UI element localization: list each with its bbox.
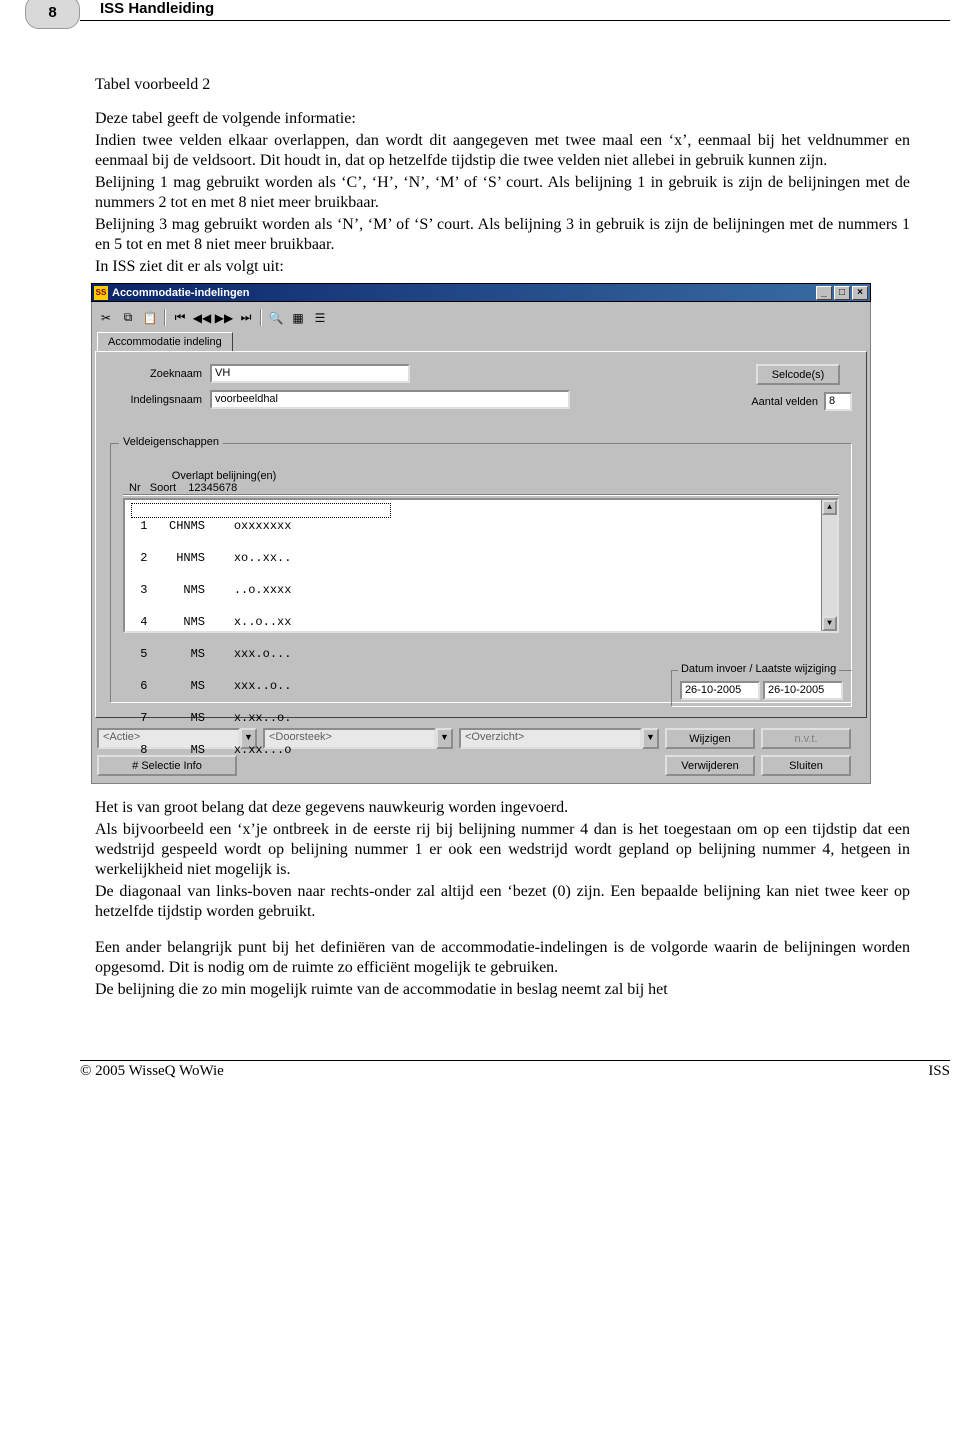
grid-header-1: Overlapt belijning(en) bbox=[129, 470, 839, 482]
label-aantal-velden: Aantal velden bbox=[751, 396, 818, 408]
group-legend: Veldeigenschappen bbox=[119, 436, 223, 448]
close-button[interactable]: × bbox=[852, 286, 868, 300]
paragraph: Indien twee velden elkaar overlappen, da… bbox=[95, 131, 910, 171]
search-icon[interactable]: 🔍 bbox=[265, 307, 287, 328]
last-icon[interactable]: ⏭ bbox=[235, 307, 257, 328]
prev-icon[interactable]: ◀◀ bbox=[191, 307, 213, 328]
zoeknaam-input[interactable]: VH bbox=[210, 364, 410, 383]
tab-panel: Zoeknaam VH Indelingsnaam voorbeeldhal S… bbox=[95, 351, 867, 718]
titlebar: SS Accommodatie-indelingen _ □ × bbox=[91, 283, 871, 302]
paragraph: Een ander belangrijk punt bij het defini… bbox=[95, 938, 910, 978]
paragraph: Belijning 1 mag gebruikt worden als ‘C’,… bbox=[95, 173, 910, 213]
label-zoeknaam: Zoeknaam bbox=[110, 368, 210, 380]
section-title: Tabel voorbeeld 2 bbox=[95, 75, 910, 95]
cut-icon[interactable]: ✂ bbox=[95, 307, 117, 328]
date-legend: Datum invoer / Laatste wijziging bbox=[678, 663, 839, 675]
paragraph: In ISS ziet dit er als volgt uit: bbox=[95, 257, 910, 277]
selcodes-button[interactable]: Selcode(s) bbox=[756, 364, 840, 385]
selection-indicator bbox=[131, 503, 391, 518]
list-row[interactable]: 8 MS x.xx...o bbox=[133, 742, 837, 758]
paragraph: De diagonaal van links-boven naar rechts… bbox=[95, 882, 910, 922]
window-title: Accommodatie-indelingen bbox=[112, 287, 814, 299]
tab-accommodatie-indeling[interactable]: Accommodatie indeling bbox=[97, 332, 233, 352]
paste-icon[interactable]: 📋 bbox=[139, 307, 161, 328]
header-rule bbox=[80, 20, 950, 21]
grid-icon[interactable]: ▦ bbox=[287, 307, 309, 328]
laatste-wijziging-field: 26-10-2005 bbox=[763, 681, 843, 700]
date-group: Datum invoer / Laatste wijziging 26-10-2… bbox=[671, 670, 852, 707]
list-icon[interactable]: ☰ bbox=[309, 307, 331, 328]
page-header: 8 ISS Handleiding bbox=[95, 0, 910, 40]
datum-invoer-field: 26-10-2005 bbox=[680, 681, 760, 700]
list-row[interactable]: 5 MS xxx.o... bbox=[133, 646, 837, 662]
page-number-tab: 8 bbox=[25, 0, 80, 29]
scroll-down-icon[interactable]: ▼ bbox=[822, 616, 837, 631]
copy-icon[interactable]: ⧉ bbox=[117, 307, 139, 328]
minimize-button[interactable]: _ bbox=[816, 286, 832, 300]
paragraph: Belijning 3 mag gebruikt worden als ‘N’,… bbox=[95, 215, 910, 255]
scroll-up-icon[interactable]: ▲ bbox=[822, 500, 837, 515]
label-indelingsnaam: Indelingsnaam bbox=[110, 394, 210, 406]
belijning-listbox[interactable]: 1 CHNMS oxxxxxxx 2 HNMS xo..xx.. 3 NMS .… bbox=[123, 498, 839, 633]
first-icon[interactable]: ⏮ bbox=[169, 307, 191, 328]
maximize-button[interactable]: □ bbox=[834, 286, 850, 300]
scrollbar[interactable]: ▲ ▼ bbox=[821, 500, 837, 631]
list-row[interactable]: 4 NMS x..o..xx bbox=[133, 614, 837, 630]
toolbar: ✂ ⧉ 📋 ⏮ ◀◀ ▶▶ ⏭ 🔍 ▦ ☰ bbox=[95, 305, 867, 332]
header-title: ISS Handleiding bbox=[100, 0, 214, 17]
list-row[interactable]: 3 NMS ..o.xxxx bbox=[133, 582, 837, 598]
paragraph: Als bijvoorbeeld een ‘x’je ontbreek in d… bbox=[95, 820, 910, 880]
page-footer: © 2005 WisseQ WoWie ISS bbox=[80, 1060, 950, 1080]
footer-right: ISS bbox=[928, 1063, 950, 1080]
grid-header-2: Nr Soort 12345678 bbox=[129, 482, 839, 494]
app-icon: SS bbox=[94, 286, 108, 300]
indelingsnaam-input[interactable]: voorbeeldhal bbox=[210, 390, 570, 409]
list-row[interactable]: 2 HNMS xo..xx.. bbox=[133, 550, 837, 566]
paragraph: De belijning die zo min mogelijk ruimte … bbox=[95, 980, 910, 1000]
next-icon[interactable]: ▶▶ bbox=[213, 307, 235, 328]
aantal-velden-input[interactable]: 8 bbox=[824, 392, 852, 411]
app-window: SS Accommodatie-indelingen _ □ × ✂ ⧉ 📋 ⏮… bbox=[91, 283, 871, 784]
paragraph: Deze tabel geeft de volgende informatie: bbox=[95, 109, 910, 129]
list-row[interactable]: 1 CHNMS oxxxxxxx bbox=[133, 518, 837, 534]
list-row[interactable]: 7 MS x.xx..o. bbox=[133, 710, 837, 726]
footer-left: © 2005 WisseQ WoWie bbox=[80, 1063, 224, 1080]
